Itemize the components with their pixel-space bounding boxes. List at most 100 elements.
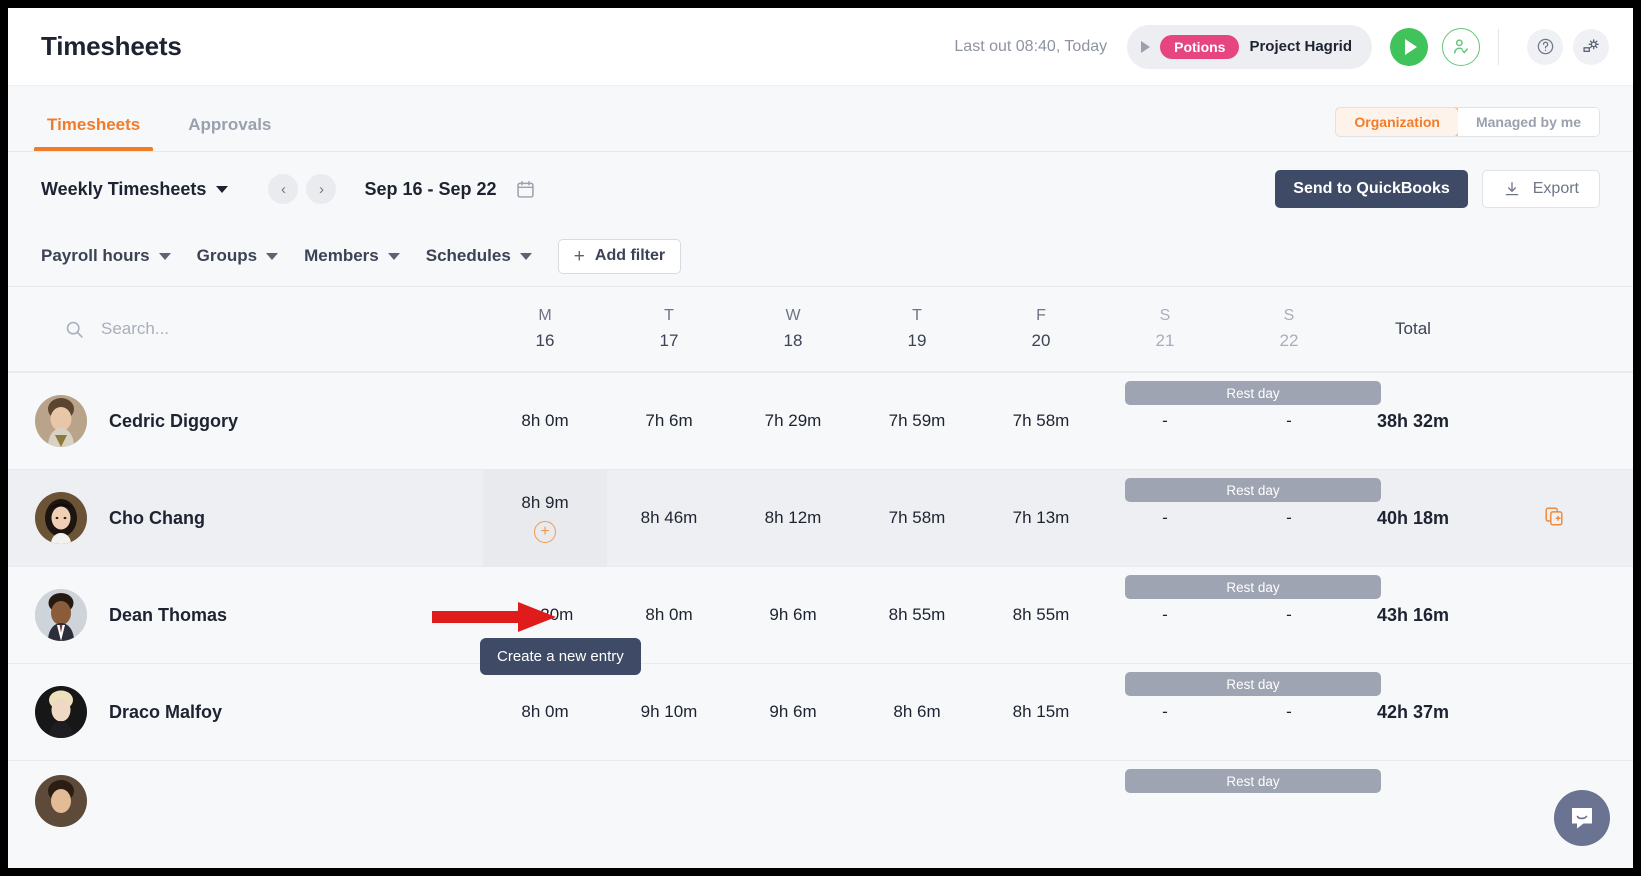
calendar-picker-button[interactable] <box>515 179 536 200</box>
chevron-down-icon <box>158 252 171 260</box>
filter-payroll-hours[interactable]: Payroll hours <box>41 246 171 266</box>
table-row[interactable]: Rest day Cho Chang 8h 9m + 8h 46m 8h 12m… <box>8 469 1633 566</box>
scope-managed-by-me[interactable]: Managed by me <box>1457 108 1599 136</box>
search-cell <box>8 287 483 371</box>
hours-value: 7h 29m <box>764 411 822 430</box>
day-cell: 9h 10m <box>607 664 731 760</box>
day-letter: T <box>664 307 674 325</box>
active-timer-pill[interactable]: Potions Project Hagrid <box>1127 24 1372 69</box>
avatar-image <box>35 395 87 447</box>
member-cell[interactable]: Cho Chang <box>8 470 483 566</box>
filter-groups[interactable]: Groups <box>197 246 279 266</box>
scope-organization[interactable]: Organization <box>1336 108 1459 136</box>
avatar-image <box>35 492 87 544</box>
total-value: 38h 32m <box>1376 410 1450 431</box>
table-row[interactable]: Rest day Dean Thomas 8h 20m 8h 0m 9h 6m <box>8 566 1633 663</box>
filter-schedules[interactable]: Schedules <box>426 246 532 266</box>
hours-value: 8h 0m <box>521 702 569 721</box>
export-button[interactable]: Export <box>1481 170 1600 208</box>
day-cell: 9h 6m <box>731 567 855 663</box>
avatar <box>35 775 87 827</box>
duplicate-timesheet-button[interactable] <box>1543 505 1565 532</box>
view-type-dropdown[interactable]: Weekly Timesheets <box>41 178 229 200</box>
hours-value: 8h 6m <box>893 702 941 721</box>
hours-value: - <box>1286 411 1292 430</box>
settings-button[interactable] <box>1573 28 1609 65</box>
day-cell: 9h 6m <box>731 664 855 760</box>
table-row-partial[interactable]: Rest day <box>8 760 1633 827</box>
date-nav: ‹ › <box>268 174 337 204</box>
member-cell[interactable]: Cedric Diggory <box>8 373 483 469</box>
download-icon <box>1505 181 1519 196</box>
avatar <box>35 589 87 641</box>
day-cell: 7h 58m <box>979 373 1103 469</box>
view-type-label: Weekly Timesheets <box>41 178 207 199</box>
day-cell: 7h 6m <box>607 373 731 469</box>
total-value: 40h 18m <box>1376 507 1450 528</box>
member-cell[interactable] <box>8 761 483 827</box>
hours-value: - <box>1162 411 1168 430</box>
help-button[interactable] <box>1527 28 1563 65</box>
day-number: 16 <box>535 331 555 351</box>
column-header-actions <box>1475 287 1633 371</box>
row-actions <box>1475 373 1633 469</box>
day-cell: 8h 6m <box>855 664 979 760</box>
row-actions <box>1475 470 1633 566</box>
next-week-button[interactable]: › <box>306 174 337 204</box>
hours-value: - <box>1286 702 1292 721</box>
table-row[interactable]: Rest day Draco Malfoy 8h 0m 9h 10m 9h 6m… <box>8 663 1633 760</box>
day-letter: S <box>1283 307 1295 325</box>
plus-icon: + <box>573 245 585 267</box>
column-header-fri: F 20 <box>979 287 1103 371</box>
table-row[interactable]: Rest day Cedric Diggory 8h 0m 7h 6m 7h 2… <box>8 372 1633 469</box>
day-cell: - <box>1103 567 1227 663</box>
hours-value: 8h 12m <box>764 508 822 527</box>
day-letter: S <box>1159 307 1171 325</box>
tab-timesheets[interactable]: Timesheets <box>33 115 154 151</box>
column-header-mon: M 16 <box>483 287 607 371</box>
chat-widget-button[interactable] <box>1554 790 1610 846</box>
hours-value: 7h 13m <box>1012 508 1070 527</box>
table-header-row: M 16 T 17 W 18 T 19 F 20 S 21 <box>8 286 1633 372</box>
avatar <box>35 395 87 447</box>
person-check-icon <box>1454 38 1468 54</box>
day-cell: 8h 12m <box>731 470 855 566</box>
search-input[interactable] <box>101 319 421 339</box>
tab-bar: Timesheets Approvals Organization Manage… <box>8 86 1633 152</box>
add-entry-button[interactable]: + <box>534 521 556 543</box>
hours-value: - <box>1162 702 1168 721</box>
prev-week-button[interactable]: ‹ <box>268 174 299 204</box>
toolbar-actions: Send to QuickBooks Export <box>1275 170 1600 208</box>
header-divider <box>1498 28 1499 65</box>
day-cell: - <box>1103 373 1227 469</box>
add-filter-button[interactable]: + Add filter <box>557 238 682 274</box>
app-window: Timesheets Last out 08:40, Today Potions… <box>8 8 1633 868</box>
send-to-quickbooks-button[interactable]: Send to QuickBooks <box>1275 170 1468 208</box>
date-range-label: Sep 16 - Sep 22 <box>364 178 497 199</box>
hours-value: 8h 9m <box>521 493 569 512</box>
search-box[interactable] <box>35 319 421 340</box>
day-cell: 7h 59m <box>855 373 979 469</box>
day-cell: 7h 29m <box>731 373 855 469</box>
tooltip: Create a new entry <box>480 638 641 675</box>
total-label: Total <box>1395 319 1431 338</box>
tab-approvals[interactable]: Approvals <box>182 115 277 151</box>
person-check-button[interactable] <box>1442 27 1480 66</box>
day-number: 20 <box>1031 331 1051 351</box>
member-cell[interactable]: Dean Thomas <box>8 567 483 663</box>
hours-value: - <box>1286 508 1292 527</box>
calendar-icon <box>516 180 534 198</box>
column-header-wed: W 18 <box>731 287 855 371</box>
last-out-status: Last out 08:40, Today <box>954 37 1108 55</box>
total-value: 42h 37m <box>1376 701 1450 722</box>
member-name: Draco Malfoy <box>109 701 223 722</box>
filter-members[interactable]: Members <box>304 246 400 266</box>
filter-members-label: Members <box>304 246 379 265</box>
timer-tag-badge: Potions <box>1160 34 1240 59</box>
member-cell[interactable]: Draco Malfoy <box>8 664 483 760</box>
day-cell-active[interactable]: 8h 9m + <box>483 470 607 566</box>
member-name: Cho Chang <box>109 507 205 528</box>
start-timer-button[interactable] <box>1390 27 1428 66</box>
hours-value: 7h 6m <box>645 411 693 430</box>
column-header-sat: S 21 <box>1103 287 1227 371</box>
